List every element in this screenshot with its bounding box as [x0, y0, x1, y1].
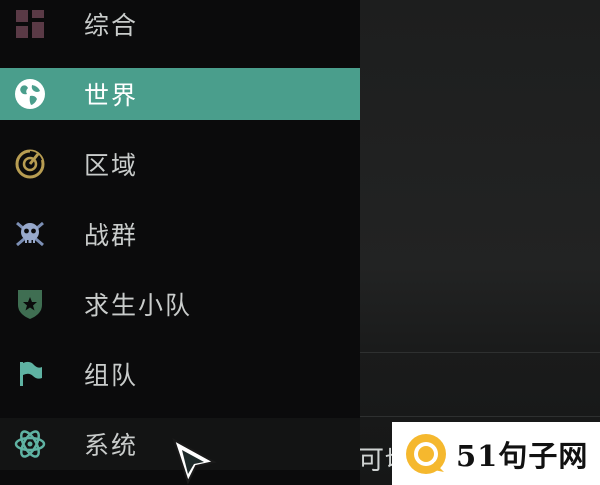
- atom-icon: [12, 426, 48, 462]
- watermark-text: 51句子网: [456, 438, 589, 473]
- sidebar-item-world[interactable]: 世界: [0, 68, 360, 120]
- globe-icon: [12, 76, 48, 112]
- sidebar-item-general[interactable]: 综合: [0, 0, 360, 50]
- sidebar-item-label: 战群: [84, 221, 139, 250]
- sidebar-item-label: 综合: [84, 11, 139, 40]
- mouse-cursor-icon: [168, 436, 220, 485]
- sidebar-item-label: 系统: [84, 431, 139, 460]
- screen: 可切 综合 世界 区域 战群 求生小队 组队 系统 51句子网: [0, 0, 600, 485]
- chat-channel-sidebar: 综合 世界 区域 战群 求生小队 组队 系统: [0, 0, 360, 485]
- sidebar-item-label: 区域: [84, 151, 139, 180]
- watermark: 51句子网: [392, 422, 600, 485]
- shield-star-icon: [12, 286, 48, 322]
- skull-crossbones-icon: [12, 216, 48, 252]
- sidebar-item-label: 求生小队: [84, 291, 193, 320]
- sidebar-item-team[interactable]: 组队: [0, 348, 360, 400]
- divider: [360, 352, 600, 353]
- divider: [360, 416, 600, 417]
- sidebar-item-survival-squad[interactable]: 求生小队: [0, 278, 360, 330]
- sidebar-item-label: 组队: [84, 361, 139, 390]
- grid-icon: [12, 6, 48, 42]
- sidebar-item-region[interactable]: 区域: [0, 138, 360, 190]
- radar-icon: [12, 146, 48, 182]
- sidebar-item-warband[interactable]: 战群: [0, 208, 360, 260]
- flag-icon: [12, 356, 48, 392]
- watermark-logo-icon: [406, 433, 446, 474]
- sidebar-item-label: 世界: [84, 81, 139, 110]
- content-panel: [360, 0, 600, 485]
